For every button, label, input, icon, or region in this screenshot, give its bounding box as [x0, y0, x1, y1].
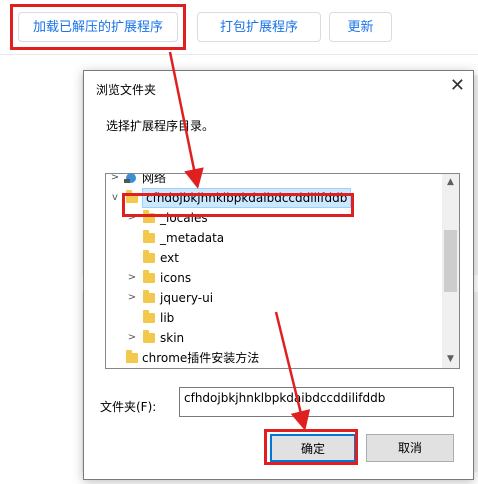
- chevron-right-icon[interactable]: >: [126, 328, 138, 348]
- cancel-button[interactable]: 取消: [366, 434, 454, 462]
- folder-field-label: 文件夹(F):: [100, 400, 157, 414]
- folder-icon: [143, 330, 155, 343]
- tree-item-network[interactable]: > 网络: [106, 173, 436, 188]
- scroll-thumb[interactable]: [444, 230, 457, 292]
- tree-item-install-guide[interactable]: chrome插件安装方法: [106, 348, 436, 368]
- tree-item-label: chrome插件安装方法: [142, 351, 260, 365]
- chevron-right-icon[interactable]: >: [126, 268, 138, 288]
- toolbar-divider: [0, 54, 478, 55]
- folder-icon: [143, 250, 155, 263]
- close-icon[interactable]: ✕: [450, 75, 465, 97]
- scroll-down-icon[interactable]: ▼: [442, 351, 459, 368]
- tree-item-jquery-ui[interactable]: > jquery-ui: [106, 288, 436, 308]
- scroll-up-icon[interactable]: ▲: [442, 174, 459, 191]
- tree-scrollbar[interactable]: ▲ ▼: [442, 174, 459, 368]
- folder-icon: [143, 230, 155, 243]
- folder-field[interactable]: cfhdojbkjhnklbpkdaibdccddilifddb: [179, 387, 454, 417]
- annotation-highlight-folder: [122, 193, 354, 217]
- chevron-right-icon[interactable]: >: [109, 174, 121, 188]
- dialog-description: 选择扩展程序目录。: [106, 119, 215, 133]
- pack-extension-button[interactable]: 打包扩展程序: [197, 12, 321, 42]
- browse-folder-dialog: 浏览文件夹 ✕ 选择扩展程序目录。 > 网络 v cfhdojbkjhnklbp…: [83, 70, 474, 480]
- tree-item-label: lib: [160, 311, 175, 325]
- tree-item-label: ext: [160, 251, 179, 265]
- tree-item-skin[interactable]: > skin: [106, 328, 436, 348]
- folder-icon: [143, 270, 155, 283]
- folder-icon: [143, 310, 155, 323]
- annotation-highlight-ok-button: [264, 429, 358, 465]
- tree-item-label: skin: [160, 331, 185, 345]
- annotation-highlight-load-button: [10, 4, 186, 50]
- tree-item-metadata[interactable]: _metadata: [106, 228, 436, 248]
- folder-icon: [126, 350, 138, 363]
- tree-item-label: jquery-ui: [160, 291, 214, 305]
- tree-item-lib[interactable]: lib: [106, 308, 436, 328]
- chevron-down-icon[interactable]: v: [109, 188, 121, 208]
- chevron-right-icon[interactable]: >: [126, 288, 138, 308]
- tree-item-label: 网络: [142, 173, 167, 185]
- tree-item-label: icons: [160, 271, 192, 285]
- tree-item-label: _metadata: [160, 231, 225, 245]
- update-button[interactable]: 更新: [329, 12, 392, 42]
- tree-item-ext[interactable]: ext: [106, 248, 436, 268]
- folder-icon: [143, 290, 155, 303]
- dialog-title: 浏览文件夹: [96, 83, 157, 97]
- network-icon: [124, 174, 136, 183]
- tree-item-icons[interactable]: > icons: [106, 268, 436, 288]
